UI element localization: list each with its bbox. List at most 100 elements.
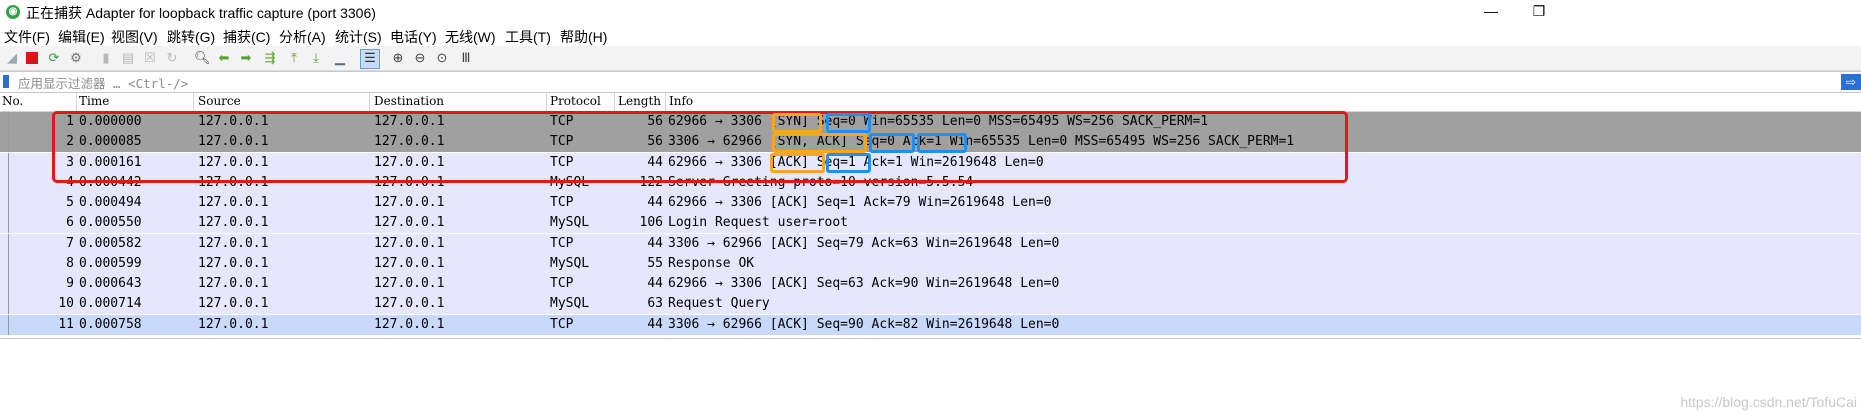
menu-capture[interactable]: 捕获(C) xyxy=(223,27,270,47)
handshake-highlight-box xyxy=(52,111,1348,183)
reload-icon[interactable]: ↻ xyxy=(164,50,180,66)
menu-view[interactable]: 视图(V) xyxy=(111,27,158,47)
cell-info: 62966 → 3306 [ACK] Seq=1 Ack=79 Win=2619… xyxy=(668,195,1052,210)
cell-destination: 127.0.0.1 xyxy=(374,276,445,291)
bookmark-icon[interactable] xyxy=(3,75,9,88)
wireshark-app-icon: ◉ xyxy=(6,5,20,19)
cell-time: 0.000758 xyxy=(79,316,142,332)
seq-highlight xyxy=(826,113,871,133)
zoom-in-icon[interactable]: ⊕ xyxy=(390,50,406,66)
column-divider[interactable] xyxy=(614,93,615,111)
menu-analyze[interactable]: 分析(A) xyxy=(279,27,326,47)
menu-help[interactable]: 帮助(H) xyxy=(560,27,607,47)
cell-info: 62966 → 3306 [ACK] Seq=63 Ack=90 Win=261… xyxy=(668,276,1060,291)
menu-bar: 文件(F) 编辑(E) 视图(V) 跳转(G) 捕获(C) 分析(A) 统计(S… xyxy=(0,24,1861,46)
column-header-info[interactable]: Info xyxy=(669,94,693,108)
capture-options-icon[interactable]: ⚙ xyxy=(68,50,84,66)
cell-protocol: TCP xyxy=(550,235,574,251)
cell-protocol: TCP xyxy=(550,276,574,291)
restart-capture-icon[interactable]: ⟳ xyxy=(46,50,62,66)
display-filter-input[interactable]: 应用显示过滤器 … <Ctrl-/> xyxy=(18,73,188,92)
column-header-destination[interactable]: Destination xyxy=(374,94,444,108)
packet-row[interactable]: 11 0.000758 127.0.0.1 127.0.0.1 TCP 44 3306 → … xyxy=(0,314,1861,335)
watermark: https://blog.csdn.net/TofuCai xyxy=(1680,394,1857,410)
pane-divider[interactable] xyxy=(0,338,1861,339)
column-divider[interactable] xyxy=(76,93,77,111)
shark-fin-start-icon[interactable]: ◢ xyxy=(4,50,20,66)
cell-length: 44 xyxy=(647,316,663,332)
menu-tools[interactable]: 工具(T) xyxy=(505,27,551,47)
cell-destination: 127.0.0.1 xyxy=(374,296,445,312)
autoscroll-icon[interactable]: ▁ xyxy=(332,50,348,66)
column-divider[interactable] xyxy=(369,93,370,111)
display-filter-bar: 应用显示过滤器 … <Ctrl-/> ⇨ xyxy=(0,71,1861,93)
cell-time: 0.000582 xyxy=(79,235,142,251)
packet-row[interactable]: 5 0.000494 127.0.0.1 127.0.0.1 TCP 44 62966 → … xyxy=(0,193,1861,213)
cell-no: 5 xyxy=(66,195,74,210)
cell-time: 0.000714 xyxy=(79,296,142,312)
close-file-icon[interactable]: ☒ xyxy=(142,50,158,66)
cell-destination: 127.0.0.1 xyxy=(374,195,445,210)
packet-row[interactable]: 8 0.000599 127.0.0.1 127.0.0.1 MySQL 55 Respon… xyxy=(0,253,1861,274)
cell-source: 127.0.0.1 xyxy=(198,215,269,231)
packet-row[interactable]: 10 0.000714 127.0.0.1 127.0.0.1 MySQL 63 Reque… xyxy=(0,294,1861,315)
cell-protocol: TCP xyxy=(550,195,574,210)
go-first-icon[interactable]: ⤒ xyxy=(286,50,302,66)
go-back-icon[interactable]: ⬅ xyxy=(216,50,232,66)
column-divider[interactable] xyxy=(193,93,194,111)
arrow-right-icon[interactable]: ⇨ xyxy=(1841,74,1861,90)
column-divider[interactable] xyxy=(665,93,666,111)
packet-row[interactable]: 6 0.000550 127.0.0.1 127.0.0.1 MySQL 106 Login… xyxy=(0,213,1861,234)
cell-no: 11 xyxy=(58,316,74,332)
cell-destination: 127.0.0.1 xyxy=(374,255,445,271)
cell-info: Response OK xyxy=(668,255,755,271)
cell-no: 10 xyxy=(58,296,74,312)
column-header-source[interactable]: Source xyxy=(198,94,241,108)
go-to-packet-icon[interactable]: ⇶ xyxy=(262,50,278,66)
stop-capture-icon[interactable] xyxy=(24,50,40,66)
cell-length: 106 xyxy=(639,215,663,231)
go-last-icon[interactable]: ⤓ xyxy=(308,50,324,66)
cell-length: 44 xyxy=(647,276,663,291)
packet-row[interactable]: 7 0.000582 127.0.0.1 127.0.0.1 TCP 44 3306 → 6… xyxy=(0,233,1861,254)
cell-no: 6 xyxy=(66,215,74,231)
cell-protocol: MySQL xyxy=(550,296,590,312)
minimize-button[interactable]: — xyxy=(1468,0,1514,24)
restore-button[interactable]: ❐ xyxy=(1516,0,1562,24)
column-divider[interactable] xyxy=(546,93,547,111)
column-header-protocol[interactable]: Protocol xyxy=(550,94,601,108)
cell-protocol: MySQL xyxy=(550,255,590,271)
cell-source: 127.0.0.1 xyxy=(198,235,269,251)
colorize-icon[interactable]: ☰ xyxy=(360,49,380,69)
column-header-no[interactable]: No. xyxy=(2,94,23,108)
open-file-icon[interactable]: ▮ xyxy=(98,50,114,66)
zoom-out-icon[interactable]: ⊖ xyxy=(412,50,428,66)
column-header-length[interactable]: Length xyxy=(618,94,661,108)
cell-length: 63 xyxy=(647,296,663,312)
cell-info: 3306 → 62966 [ACK] Seq=79 Ack=63 Win=261… xyxy=(668,235,1060,251)
menu-statistics[interactable]: 统计(S) xyxy=(335,27,382,47)
go-forward-icon[interactable]: ➡ xyxy=(238,50,254,66)
cell-time: 0.000550 xyxy=(79,215,142,231)
menu-file[interactable]: 文件(F) xyxy=(4,27,50,47)
menu-telephony[interactable]: 电话(Y) xyxy=(390,27,437,47)
main-toolbar: ◢ ⟳ ⚙ ▮ ▤ ☒ ↻ 🔍︎ ⬅ ➡ ⇶ ⤒ ⤓ ▁ ☰ ⊕ ⊖ ⊙ Ⅲ xyxy=(0,46,1861,71)
packet-row[interactable]: 9 0.000643 127.0.0.1 127.0.0.1 TCP 44 62966 → … xyxy=(0,274,1861,294)
cell-source: 127.0.0.1 xyxy=(198,195,269,210)
cell-destination: 127.0.0.1 xyxy=(374,215,445,231)
resize-columns-icon[interactable]: Ⅲ xyxy=(458,50,474,66)
menu-go[interactable]: 跳转(G) xyxy=(167,27,215,47)
cell-length: 55 xyxy=(647,255,663,271)
zoom-normal-icon[interactable]: ⊙ xyxy=(434,50,450,66)
cell-info: 3306 → 62966 [ACK] Seq=90 Ack=82 Win=261… xyxy=(668,316,1060,332)
menu-wireless[interactable]: 无线(W) xyxy=(445,27,496,47)
find-icon[interactable]: 🔍︎ xyxy=(194,50,211,66)
column-header-time[interactable]: Time xyxy=(79,94,109,108)
cell-destination: 127.0.0.1 xyxy=(374,235,445,251)
cell-time: 0.000643 xyxy=(79,276,142,291)
cell-info: Login Request user=root xyxy=(668,215,849,231)
syn-ack-flag-highlight xyxy=(772,133,867,153)
save-file-icon[interactable]: ▤ xyxy=(120,50,136,66)
cell-source: 127.0.0.1 xyxy=(198,276,269,291)
menu-edit[interactable]: 编辑(E) xyxy=(58,27,105,47)
